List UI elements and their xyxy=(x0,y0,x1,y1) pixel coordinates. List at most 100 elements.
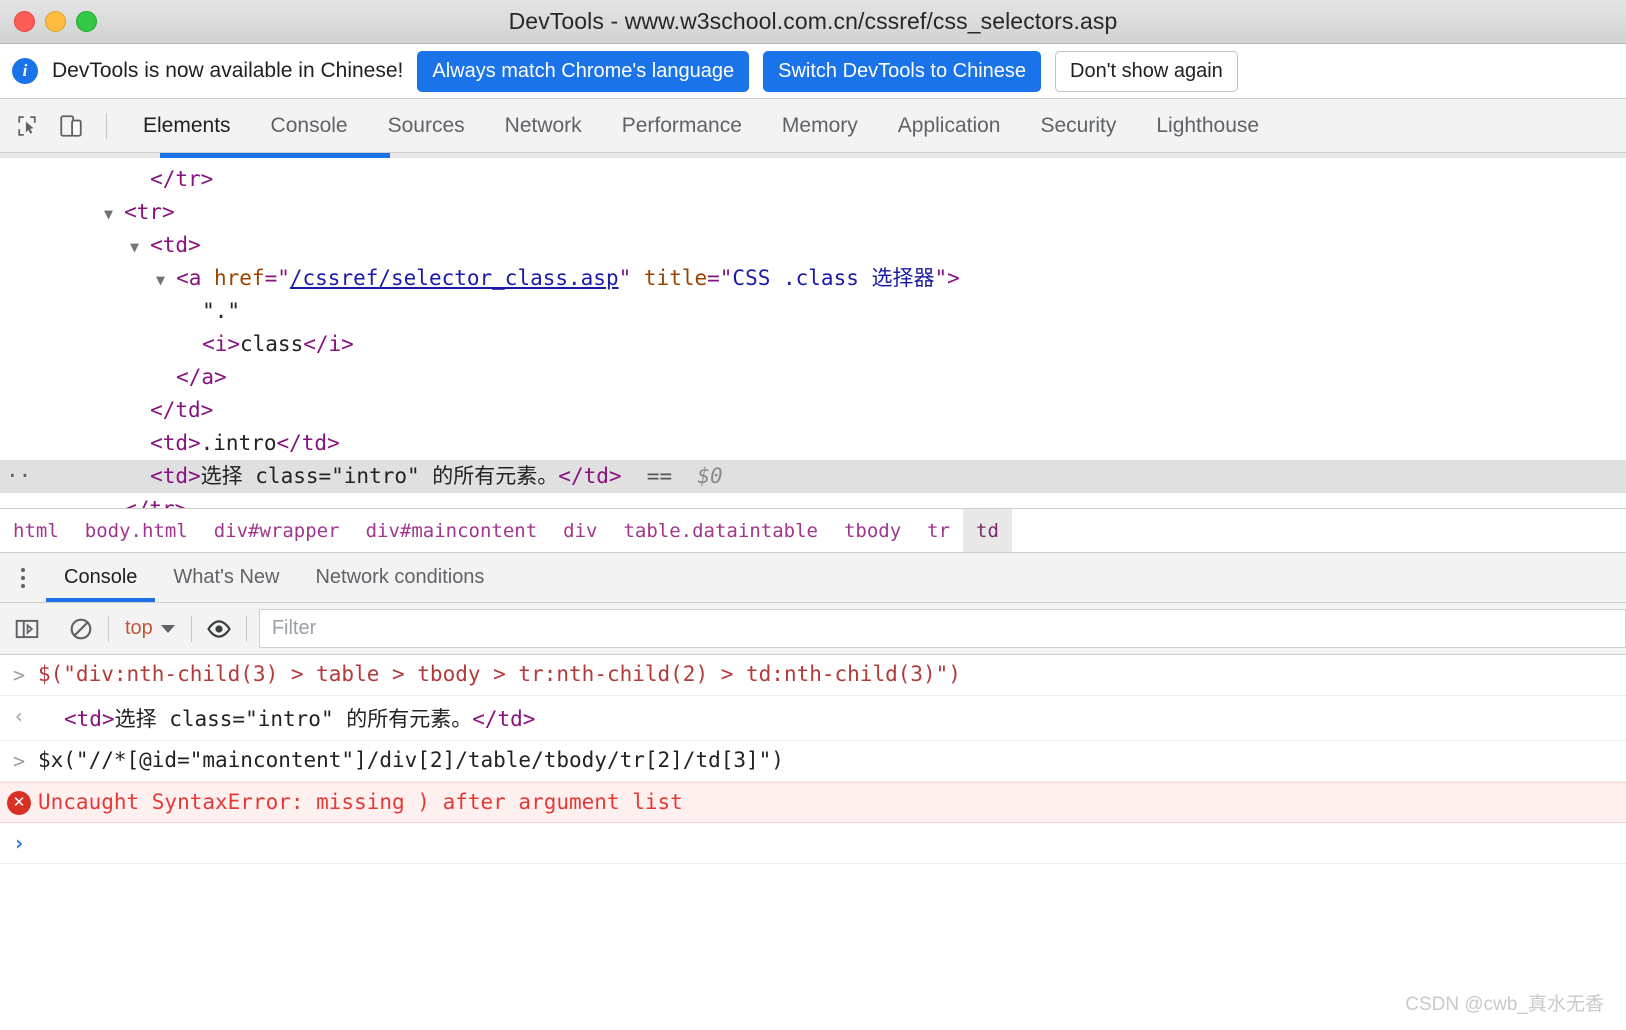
dom-token-attr: title xyxy=(643,266,708,290)
dom-token-txt: .intro xyxy=(200,431,277,455)
switch-devtools-to-chinese-button[interactable]: Switch DevTools to Chinese xyxy=(763,50,1041,92)
minimize-window-button[interactable] xyxy=(45,11,66,32)
console-entry-prompt[interactable]: › xyxy=(0,823,1626,864)
breadcrumb-item-div-maincontent[interactable]: div#maincontent xyxy=(353,509,551,552)
kebab-menu-icon[interactable] xyxy=(0,553,46,602)
maximize-window-button[interactable] xyxy=(76,11,97,32)
result-arrow-icon: ‹ xyxy=(12,704,26,728)
dom-tree-code[interactable]: </tr> ▼ <tr> ▼ <td> ▼ <a href="/cssref/sele… xyxy=(0,153,1626,508)
dom-node-row[interactable]: </a> xyxy=(0,361,1626,394)
dom-token-tag: <tr> xyxy=(124,200,175,224)
drawer-tab-network-conditions-label: Network conditions xyxy=(315,566,485,588)
console-filter-input[interactable]: Filter xyxy=(258,609,1626,648)
dom-token-tag: </td> xyxy=(558,464,622,488)
dom-token-tag: </a> xyxy=(176,365,227,389)
window-title-bar: DevTools - www.w3school.com.cn/cssref/cs… xyxy=(0,0,1626,44)
dom-scrollbar-track[interactable] xyxy=(0,153,1626,158)
breadcrumb-item-tbody[interactable]: tbody xyxy=(831,509,914,552)
dom-node-content: <td>.intro</td> xyxy=(0,431,340,455)
live-expression-eye-icon[interactable] xyxy=(192,603,246,654)
breadcrumb-item-html[interactable]: html xyxy=(0,509,72,552)
console-context-selector[interactable]: top xyxy=(109,617,191,640)
dom-token-tag: =" xyxy=(707,266,733,290)
dom-token-tag: " xyxy=(618,266,644,290)
dom-node-row[interactable]: <td>.intro</td> xyxy=(0,427,1626,460)
devtools-tool-icons xyxy=(0,99,123,152)
dom-node-row[interactable]: <i>class</i> xyxy=(0,328,1626,361)
console-context-label: top xyxy=(125,617,153,639)
drawer-tab-network-conditions[interactable]: Network conditions xyxy=(297,553,502,602)
tab-network[interactable]: Network xyxy=(485,99,602,152)
window-controls[interactable] xyxy=(0,11,97,32)
tab-performance[interactable]: Performance xyxy=(602,99,762,152)
breadcrumb-item-td[interactable]: td xyxy=(963,509,1012,552)
notification-message: DevTools is now available in Chinese! xyxy=(52,59,404,82)
dom-node-content: <i>class</i> xyxy=(0,332,354,356)
drawer-tab-console[interactable]: Console xyxy=(46,553,156,602)
dom-node-row[interactable]: </tr> xyxy=(0,493,1626,508)
tab-elements-label: Elements xyxy=(143,113,231,137)
info-icon: i xyxy=(12,58,38,84)
console-entry-output: ‹ <td>选择 class="intro" 的所有元素。</td> xyxy=(0,696,1626,741)
dom-token-txt: "." xyxy=(202,299,240,323)
console-command-text: $x("//*[@id="maincontent"]/div[2]/table/… xyxy=(38,748,784,772)
always-match-chrome-language-button[interactable]: Always match Chrome's language xyxy=(417,50,750,92)
close-window-button[interactable] xyxy=(14,11,35,32)
inspect-element-icon[interactable] xyxy=(14,113,40,139)
dom-node-row[interactable]: </td> xyxy=(0,394,1626,427)
expand-triangle-icon[interactable]: ▼ xyxy=(156,271,174,289)
expand-triangle-icon[interactable]: ▼ xyxy=(104,205,122,223)
tab-lighthouse[interactable]: Lighthouse xyxy=(1136,99,1279,152)
dom-scrollbar-thumb[interactable] xyxy=(160,153,390,158)
dom-node-row[interactable]: "." xyxy=(0,295,1626,328)
dom-token-eqeq: == xyxy=(621,464,698,488)
tab-lighthouse-label: Lighthouse xyxy=(1156,113,1260,137)
tab-memory[interactable]: Memory xyxy=(762,99,878,152)
breadcrumb[interactable]: html body.html div#wrapper div#maincontent d… xyxy=(0,509,1626,553)
dom-token-tag: <td> xyxy=(150,431,201,455)
breadcrumb-item-tr[interactable]: tr xyxy=(914,509,963,552)
dont-show-again-button[interactable]: Don't show again xyxy=(1055,50,1238,92)
dom-node-row[interactable]: ▼ <tr> xyxy=(0,196,1626,229)
dom-node-content: </a> xyxy=(0,365,227,389)
dom-node-row-selected[interactable]: ·· <td>选择 class="intro" 的所有元素。</td> == $… xyxy=(0,460,1626,493)
watermark: CSDN @cwb_真水无香 xyxy=(1405,994,1604,1015)
dom-node-content: ▼ <tr> xyxy=(0,200,175,224)
tab-memory-label: Memory xyxy=(781,113,858,137)
console-entry-input-dark: > $x("//*[@id="maincontent"]/div[2]/table… xyxy=(0,741,1626,782)
console-toolbar: top Filter xyxy=(0,603,1626,655)
devtools-main-tabbar: Elements Console Sources Network Perform… xyxy=(0,99,1626,153)
breadcrumb-item-div-wrapper[interactable]: div#wrapper xyxy=(201,509,353,552)
dom-node-row[interactable]: ▼ <a href="/cssref/selector_class.asp" t… xyxy=(0,262,1626,295)
breadcrumb-item-table-dataintable[interactable]: table.dataintable xyxy=(610,509,830,552)
dom-node-content: "." xyxy=(0,299,240,323)
tab-sources[interactable]: Sources xyxy=(368,99,485,152)
dom-node-row[interactable]: ▼ <td> xyxy=(0,229,1626,262)
console-output[interactable]: > $("div:nth-child(3) > table > tbody > t… xyxy=(0,655,1626,864)
tab-application[interactable]: Application xyxy=(878,99,1021,152)
expand-triangle-icon[interactable]: ▼ xyxy=(130,238,148,256)
breadcrumb-item-body-html[interactable]: body.html xyxy=(72,509,201,552)
prompt-chevron-icon: > xyxy=(12,663,26,687)
drawer-tab-whats-new[interactable]: What's New xyxy=(155,553,297,602)
device-toolbar-icon[interactable] xyxy=(58,113,84,139)
elements-dom-tree-panel[interactable]: </tr> ▼ <tr> ▼ <td> ▼ <a href="/cssref/sele… xyxy=(0,153,1626,509)
dom-token-link[interactable]: /cssref/selector_class.asp xyxy=(290,266,619,290)
error-icon: ✕ xyxy=(0,790,38,815)
clear-console-icon[interactable] xyxy=(54,603,108,654)
console-sidebar-icon[interactable] xyxy=(0,603,54,654)
console-entry-input: > $("div:nth-child(3) > table > tbody > t… xyxy=(0,655,1626,696)
chevron-down-icon xyxy=(160,624,175,633)
tab-application-label: Application xyxy=(897,113,1001,137)
window-title: DevTools - www.w3school.com.cn/cssref/cs… xyxy=(508,8,1118,34)
breadcrumb-item-div[interactable]: div xyxy=(550,509,610,552)
dom-node-content: </td> xyxy=(0,398,213,422)
dom-node-content: <td>选择 class="intro" 的所有元素。</td> == $0 xyxy=(0,464,723,488)
dom-node-row[interactable]: </tr> xyxy=(0,163,1626,196)
tab-elements[interactable]: Elements xyxy=(123,99,251,152)
tab-performance-label: Performance xyxy=(621,113,742,137)
tab-console[interactable]: Console xyxy=(251,99,368,152)
tab-security[interactable]: Security xyxy=(1020,99,1136,152)
